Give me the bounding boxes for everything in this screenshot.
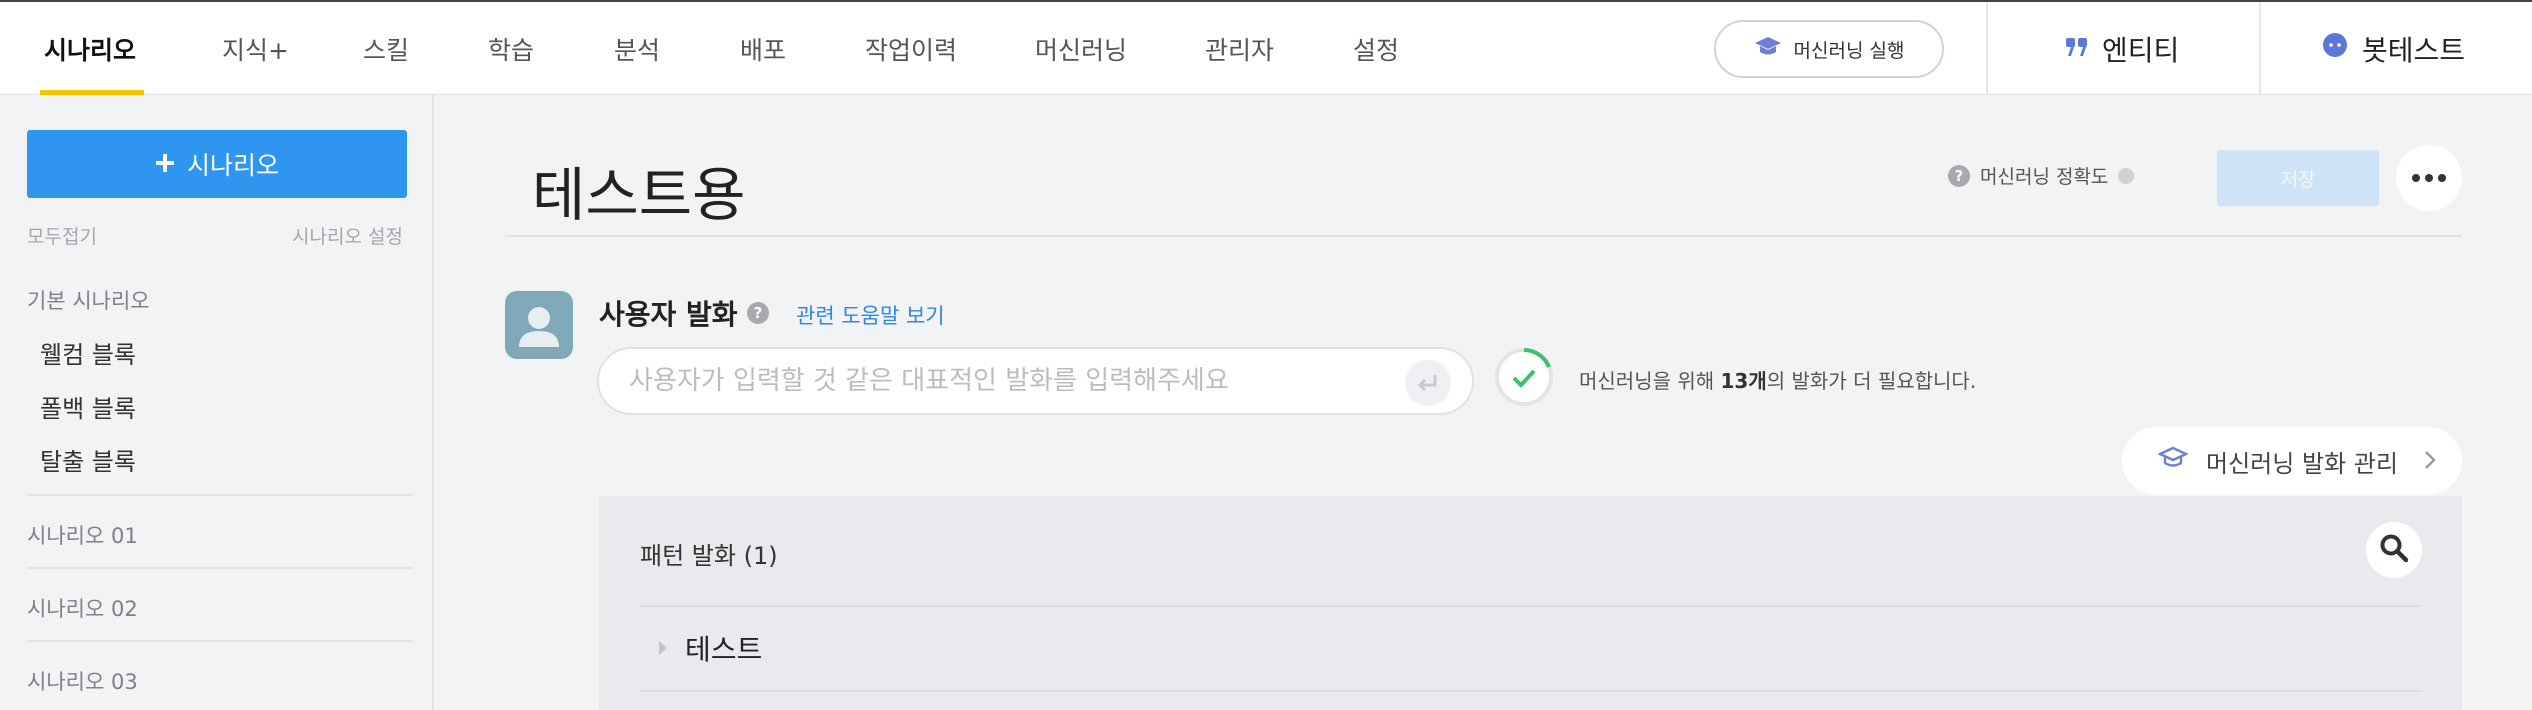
question-icon[interactable]: ?: [1948, 164, 1970, 187]
sidebar-scenario-03[interactable]: 시나리오 03: [27, 666, 138, 696]
divider: [27, 494, 413, 496]
sidebar-scenario-01[interactable]: 시나리오 01: [27, 520, 138, 550]
tab-admin[interactable]: 관리자: [1205, 2, 1274, 95]
tab-knowledge-plus[interactable]: 지식+: [222, 2, 289, 95]
utterance-input[interactable]: [597, 347, 1474, 415]
pattern-utterance-panel: 패턴 발화 (1) 테스트: [599, 496, 2462, 710]
sidebar-item-welcome-block[interactable]: 웰컴 블록: [40, 335, 136, 370]
divider: [505, 235, 2462, 237]
page-title[interactable]: 테스트용: [532, 148, 745, 232]
divider: [640, 605, 2422, 607]
tab-scenario[interactable]: 시나리오: [44, 2, 136, 95]
sidebar-item-exit-block[interactable]: 탈출 블록: [40, 442, 136, 477]
pattern-utterance-title: 패턴 발화 (1): [640, 542, 778, 570]
tab-learning[interactable]: 학습: [488, 2, 534, 95]
scenario-sidebar: 시나리오 모두접기 시나리오 설정 기본 시나리오 웰컴 블록 폴백 블록 탈출…: [0, 95, 434, 710]
search-button[interactable]: [2366, 522, 2422, 578]
ml-need-message: 머신러닝을 위해 13개의 발화가 더 필요합니다.: [1579, 369, 1977, 393]
quote-icon: [2066, 32, 2088, 65]
help-link[interactable]: 관련 도움말 보기: [796, 300, 945, 330]
search-icon: [2379, 533, 2409, 567]
sidebar-scenario-02[interactable]: 시나리오 02: [27, 593, 138, 623]
divider: [1986, 2, 1988, 95]
graduation-cap-icon: [2157, 446, 2189, 476]
tab-analysis[interactable]: 분석: [614, 2, 660, 95]
ml-accuracy: ? 머신러닝 정확도: [1948, 162, 2135, 189]
bottest-label: 봇테스트: [2362, 33, 2466, 67]
divider: [27, 567, 413, 569]
divider: [2259, 2, 2261, 95]
question-icon[interactable]: ?: [747, 302, 769, 324]
tab-deploy[interactable]: 배포: [740, 2, 786, 95]
tab-skill[interactable]: 스킬: [363, 2, 409, 95]
check-icon: [1494, 347, 1554, 411]
top-nav-bar: 시나리오 지식+ 스킬 학습 분석 배포 작업이력 머신러닝 관리자 설정 머신…: [0, 0, 2532, 95]
graduation-cap-icon: [1754, 36, 1782, 63]
tab-work-history[interactable]: 작업이력: [865, 2, 957, 95]
ml-manage-label: 머신러닝 발화 관리: [2206, 449, 2398, 478]
add-scenario-label: 시나리오: [186, 151, 279, 180]
ml-accuracy-label: 머신러닝 정확도: [1980, 166, 2109, 188]
ml-utterance-manage-button[interactable]: 머신러닝 발화 관리: [2122, 427, 2462, 495]
scenario-settings-button[interactable]: 시나리오 설정: [292, 222, 403, 249]
expand-triangle-icon[interactable]: [659, 641, 667, 655]
entity-label: 엔티티: [2102, 33, 2180, 67]
more-options-button[interactable]: [2396, 145, 2462, 211]
user-avatar-icon: [505, 291, 573, 359]
more-icon: [2412, 174, 2446, 182]
tab-machine-learning[interactable]: 머신러닝: [1035, 2, 1127, 95]
tab-settings[interactable]: 설정: [1353, 2, 1399, 95]
basic-scenario-group[interactable]: 기본 시나리오: [27, 285, 150, 315]
divider: [640, 690, 2422, 692]
ml-run-button[interactable]: 머신러닝 실행: [1714, 20, 1944, 78]
divider: [27, 640, 413, 642]
sidebar-item-fallback-block[interactable]: 폴백 블록: [40, 389, 136, 424]
enter-icon[interactable]: [1405, 360, 1451, 406]
accuracy-status-dot: [2118, 167, 2135, 184]
chevron-right-icon: [2424, 449, 2436, 477]
ml-run-label: 머신러닝 실행: [1793, 39, 1905, 62]
utterance-label: 사용자 발화: [599, 298, 738, 331]
chat-bubble-icon: [2322, 32, 2348, 65]
pattern-utterance-item[interactable]: 테스트: [659, 628, 762, 668]
collapse-all-button[interactable]: 모두접기: [27, 222, 97, 249]
pattern-utterance-text: 테스트: [685, 633, 763, 666]
plus-icon: [155, 150, 175, 179]
entity-button[interactable]: 엔티티: [2066, 2, 2179, 95]
bottest-button[interactable]: 봇테스트: [2322, 2, 2465, 95]
add-scenario-button[interactable]: 시나리오: [27, 130, 407, 198]
save-button[interactable]: 저장: [2217, 150, 2379, 206]
